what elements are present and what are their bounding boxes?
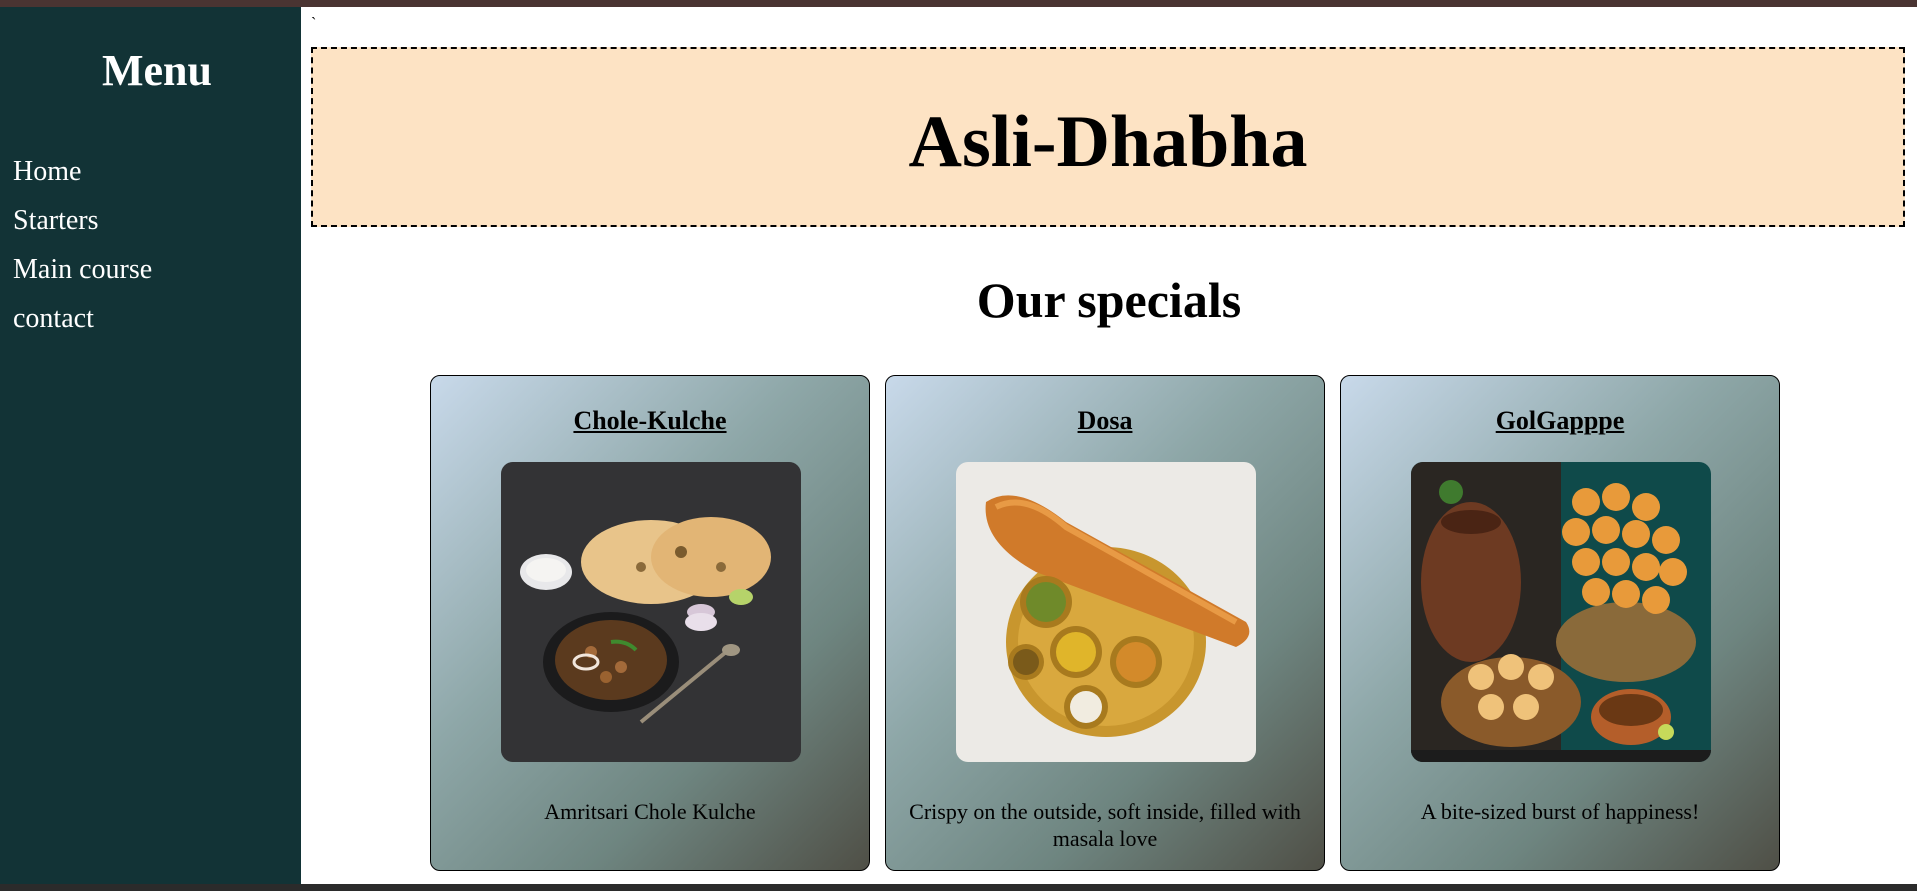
specials-cards: Chole-Kulche Amritsari Chole Kulche Dosa… bbox=[430, 375, 1780, 871]
sidebar-nav: Home Starters Main course contact bbox=[13, 147, 152, 343]
special-card-golgappe: GolGapppe A bite-sized burst of happines… bbox=[1340, 375, 1780, 871]
card-description: A bite-sized burst of happiness! bbox=[1420, 799, 1700, 824]
sidebar: Menu Home Starters Main course contact bbox=[0, 7, 301, 884]
card-title: Dosa bbox=[1077, 406, 1133, 435]
card-description: Amritsari Chole Kulche bbox=[544, 799, 756, 824]
window-top-strip bbox=[0, 0, 1917, 7]
sidebar-item-main-course[interactable]: Main course bbox=[13, 245, 152, 294]
card-title: GolGapppe bbox=[1495, 406, 1625, 435]
golgappe-photo bbox=[1411, 462, 1711, 762]
special-card-dosa: Dosa Crispy on the outside, soft inside,… bbox=[885, 375, 1325, 871]
section-title: Our specials bbox=[976, 272, 1242, 328]
chole-kulche-photo bbox=[501, 462, 801, 762]
card-title: Chole-Kulche bbox=[573, 406, 727, 435]
stray-text: ` bbox=[311, 15, 317, 32]
sidebar-item-home[interactable]: Home bbox=[13, 147, 152, 196]
sidebar-item-contact[interactable]: contact bbox=[13, 294, 152, 343]
banner-title: Asli-Dhabha bbox=[908, 101, 1308, 183]
main-content: ` Asli-Dhabha Our specials Chole-Kulche bbox=[301, 7, 1917, 884]
sidebar-title: Menu bbox=[102, 46, 212, 95]
dosa-photo bbox=[956, 462, 1256, 762]
sidebar-item-starters[interactable]: Starters bbox=[13, 196, 152, 245]
card-description: Crispy on the outside, soft inside, fill… bbox=[909, 799, 1301, 851]
banner: Asli-Dhabha bbox=[311, 47, 1905, 227]
window-bottom-strip bbox=[0, 884, 1917, 891]
special-card-chole-kulche: Chole-Kulche Amritsari Chole Kulche bbox=[430, 375, 870, 871]
